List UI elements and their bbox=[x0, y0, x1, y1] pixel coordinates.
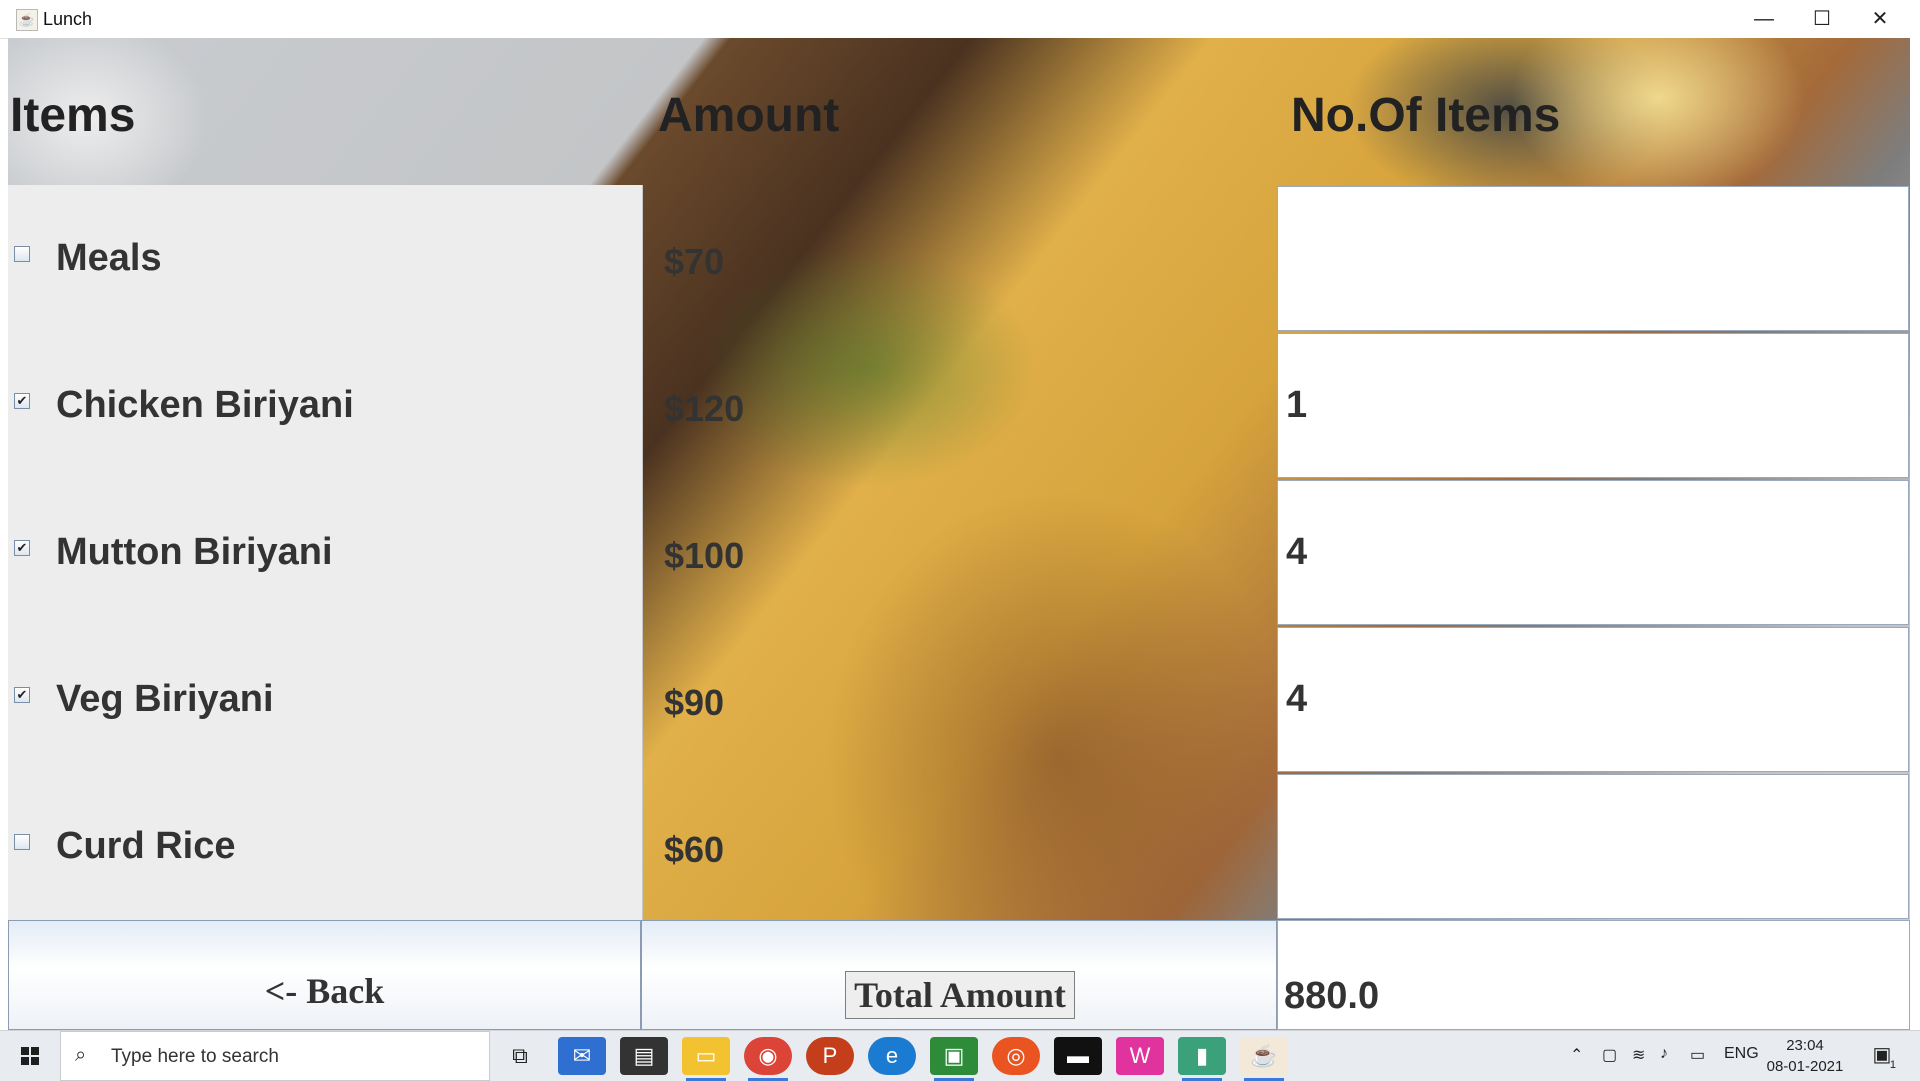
minimize-button[interactable]: — bbox=[1735, 0, 1793, 38]
veg-biriyani-label[interactable]: Veg Biriyani bbox=[56, 678, 274, 721]
volume-icon[interactable]: ♪ bbox=[1660, 1045, 1668, 1063]
mutton-biriyani-checkbox[interactable]: ✔ bbox=[14, 540, 30, 556]
file-explorer-icon[interactable]: ▭ bbox=[682, 1037, 730, 1081]
veg-biriyani-price: $90 bbox=[664, 682, 725, 723]
maximize-button[interactable]: ☐ bbox=[1793, 0, 1851, 38]
lunch-window: ☕ Lunch — ☐ ✕ Items Amount No.Of Items M… bbox=[0, 0, 1920, 1030]
meals-qty-field[interactable] bbox=[1277, 186, 1909, 331]
notification-count: 1 bbox=[1889, 1059, 1896, 1071]
meals-checkbox[interactable] bbox=[14, 246, 30, 262]
start-button[interactable] bbox=[0, 1031, 60, 1081]
java-icon[interactable]: ☕ bbox=[1240, 1037, 1288, 1081]
notification-center-icon[interactable]: ▣ 1 bbox=[1868, 1041, 1896, 1071]
winamp-icon[interactable]: W bbox=[1116, 1037, 1164, 1075]
lunch-content: Items Amount No.Of Items Meals ✔ Chicken… bbox=[8, 38, 1910, 1030]
chicken-biriyani-price: $120 bbox=[664, 388, 745, 429]
taskbar-clock[interactable]: 23:04 08-01-2021 bbox=[1760, 1035, 1850, 1077]
store-icon[interactable]: ▤ bbox=[620, 1037, 668, 1075]
bottom-bar: <- Back Total Amount 880.0 bbox=[8, 920, 1910, 1030]
curd-rice-qty-field[interactable] bbox=[1277, 774, 1909, 919]
clock-time: 23:04 bbox=[1786, 1037, 1824, 1054]
header-no-of-items: No.Of Items bbox=[1291, 89, 1561, 142]
chicken-biriyani-qty-field[interactable]: 1 bbox=[1277, 333, 1909, 478]
edge-icon[interactable]: e bbox=[868, 1037, 916, 1075]
show-hidden-icons-icon[interactable]: ⌃ bbox=[1570, 1045, 1583, 1065]
chicken-biriyani-label[interactable]: Chicken Biriyani bbox=[56, 384, 354, 427]
chrome-icon[interactable]: ◉ bbox=[744, 1037, 792, 1081]
taskbar: ⌕ Type here to search ⧉ ✉ ▤ ▭ ◉ P e ▣ ◎ … bbox=[0, 1030, 1920, 1081]
chicken-biriyani-checkbox[interactable]: ✔ bbox=[14, 393, 30, 409]
sublime-icon[interactable]: ▣ bbox=[930, 1037, 978, 1081]
mutton-biriyani-price: $100 bbox=[664, 535, 745, 576]
item-row-veg-biriyani[interactable]: ✔ Veg Biriyani bbox=[8, 626, 642, 773]
item-row-chicken-biriyani[interactable]: ✔ Chicken Biriyani bbox=[8, 332, 642, 479]
item-row-mutton-biriyani[interactable]: ✔ Mutton Biriyani bbox=[8, 479, 642, 626]
back-button[interactable]: <- Back bbox=[8, 920, 641, 1030]
ubuntu-icon[interactable]: ◎ bbox=[992, 1037, 1040, 1075]
wifi-icon[interactable]: ≋ bbox=[1632, 1045, 1645, 1065]
mutton-biriyani-label[interactable]: Mutton Biriyani bbox=[56, 531, 333, 574]
search-placeholder: Type here to search bbox=[111, 1046, 279, 1067]
powerpoint-icon[interactable]: P bbox=[806, 1037, 854, 1075]
device-icon[interactable]: ▢ bbox=[1602, 1045, 1617, 1065]
total-panel: Total Amount bbox=[641, 920, 1277, 1030]
curd-rice-price: $60 bbox=[664, 829, 725, 870]
window-title: Lunch bbox=[43, 9, 93, 29]
meals-price: $70 bbox=[664, 241, 725, 282]
mutton-biriyani-qty-field[interactable]: 4 bbox=[1277, 480, 1909, 625]
header-amount: Amount bbox=[658, 89, 840, 142]
language-indicator[interactable]: ENG bbox=[1724, 1045, 1759, 1063]
item-row-curd-rice[interactable]: Curd Rice bbox=[8, 773, 642, 920]
task-view-icon[interactable]: ⧉ bbox=[496, 1037, 544, 1075]
app-window-icon[interactable]: ▮ bbox=[1178, 1037, 1226, 1081]
terminal-icon[interactable]: ▬ bbox=[1054, 1037, 1102, 1075]
title-bar: ☕ Lunch — ☐ ✕ bbox=[0, 0, 1920, 39]
total-amount-button[interactable]: Total Amount bbox=[845, 971, 1075, 1019]
clock-date: 08-01-2021 bbox=[1766, 1058, 1844, 1075]
total-amount-value: 880.0 bbox=[1277, 920, 1910, 1030]
veg-biriyani-checkbox[interactable]: ✔ bbox=[14, 687, 30, 703]
meals-label[interactable]: Meals bbox=[56, 237, 162, 280]
battery-icon[interactable]: ▭ bbox=[1690, 1045, 1705, 1065]
java-app-icon: ☕ bbox=[16, 9, 38, 31]
search-icon: ⌕ bbox=[75, 1044, 87, 1066]
mail-icon[interactable]: ✉ bbox=[558, 1037, 606, 1075]
curd-rice-label[interactable]: Curd Rice bbox=[56, 825, 235, 868]
header-items: Items bbox=[10, 89, 136, 142]
items-panel: Meals ✔ Chicken Biriyani ✔ Mutton Biriya… bbox=[8, 185, 643, 920]
window-border bbox=[1910, 38, 1920, 1030]
item-row-meals[interactable]: Meals bbox=[8, 185, 642, 332]
taskbar-search-box[interactable]: ⌕ Type here to search bbox=[60, 1031, 490, 1081]
close-button[interactable]: ✕ bbox=[1851, 0, 1909, 38]
veg-biriyani-qty-field[interactable]: 4 bbox=[1277, 627, 1909, 772]
curd-rice-checkbox[interactable] bbox=[14, 834, 30, 850]
